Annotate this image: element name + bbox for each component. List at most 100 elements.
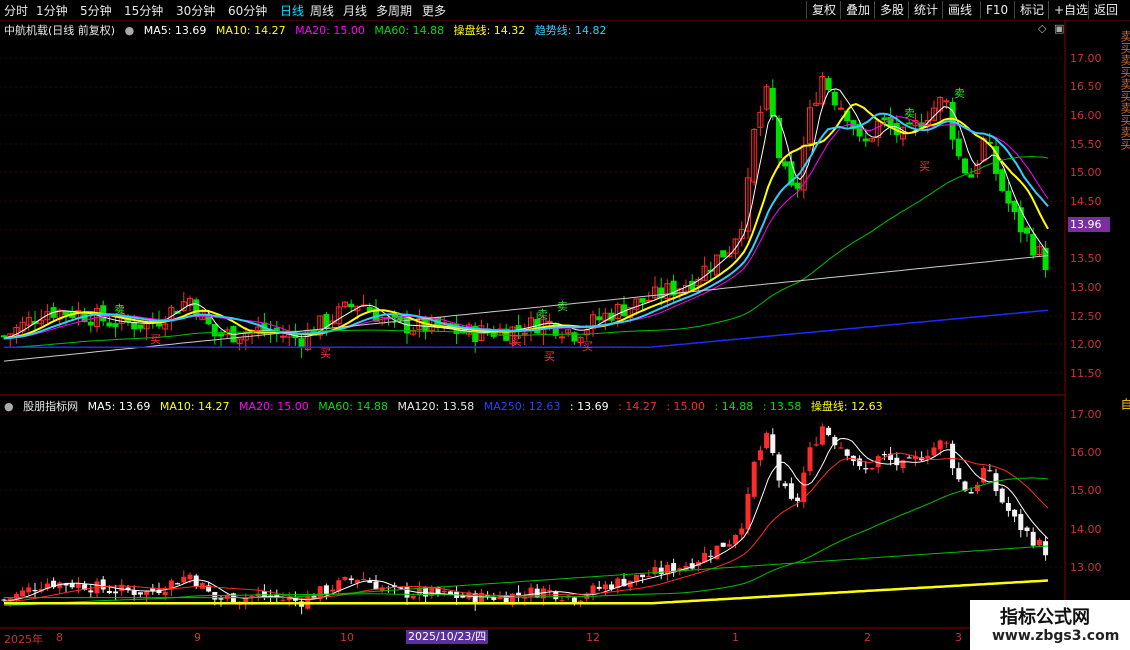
sub-candle-body bbox=[404, 587, 410, 598]
candle-body bbox=[831, 91, 838, 106]
sub-candle-body bbox=[131, 590, 137, 595]
candle-body bbox=[112, 323, 119, 327]
sub-candle-body bbox=[764, 433, 770, 449]
collapse-icon[interactable]: ● bbox=[125, 24, 135, 37]
buy-marker: 买 bbox=[919, 160, 930, 173]
sub-candle-body bbox=[1012, 509, 1018, 517]
sub-candle-body bbox=[776, 454, 782, 481]
sub-candle-body bbox=[113, 591, 119, 594]
sub-candle-body bbox=[7, 598, 13, 600]
sub-candle-body bbox=[361, 578, 367, 580]
sub-candle-body bbox=[943, 442, 949, 444]
ma10-line bbox=[3, 103, 1049, 340]
sub-v4: : 14.88 bbox=[714, 400, 754, 413]
candle-body bbox=[596, 316, 603, 321]
legend-ma20: MA20: 15.00 bbox=[295, 24, 365, 37]
sub-candle-body bbox=[187, 574, 193, 580]
y-tick: 16.50 bbox=[1070, 80, 1102, 93]
buy-marker: 买 bbox=[544, 350, 555, 363]
sub-candle-body bbox=[106, 590, 112, 593]
y-tick: 13.00 bbox=[1070, 281, 1102, 294]
sub-candle-body bbox=[1036, 540, 1042, 546]
sub-candle-body bbox=[881, 454, 887, 456]
y-tick: 15.50 bbox=[1070, 138, 1102, 151]
candle-body bbox=[211, 323, 218, 337]
window-icon[interactable]: ▣ bbox=[1054, 22, 1064, 35]
legend-ma60: MA60: 14.88 bbox=[374, 24, 445, 37]
sub-candle-body bbox=[757, 450, 763, 461]
x-tick: 12 bbox=[586, 631, 600, 644]
sub-ma10: MA10: 14.27 bbox=[159, 400, 230, 413]
candle-body bbox=[962, 158, 968, 174]
y-tick: 13.50 bbox=[1070, 252, 1102, 265]
sub-candle-body bbox=[788, 483, 794, 499]
sub-candle-body bbox=[646, 575, 652, 577]
candle-body bbox=[639, 297, 646, 303]
sub-candle-body bbox=[441, 590, 447, 593]
sub-title: 股朋指标网 bbox=[23, 400, 79, 413]
watermark-title: 指标公式网 bbox=[1000, 607, 1090, 628]
y-tick: 15.00 bbox=[1070, 166, 1102, 179]
sub-candle-body bbox=[162, 591, 168, 595]
legend-cpx: 操盘线: 14.32 bbox=[453, 24, 526, 37]
candle-body bbox=[943, 100, 950, 103]
sub-candle-body bbox=[925, 455, 931, 459]
y-tick: 16.00 bbox=[1070, 109, 1102, 122]
candle-body bbox=[1011, 200, 1018, 213]
sub-v5: : 13.58 bbox=[762, 400, 802, 413]
sub-candle-body bbox=[838, 447, 844, 449]
buy-marker: 买 bbox=[582, 340, 593, 353]
x-tick: 1 bbox=[732, 631, 739, 644]
sub-candle-body bbox=[968, 492, 974, 494]
sub-ma20: MA20: 15.00 bbox=[239, 400, 309, 413]
candle-body bbox=[218, 333, 224, 337]
sub-candle-body bbox=[26, 587, 32, 593]
watermark-logo: 指标公式网 www.zbgs3.com bbox=[970, 600, 1130, 650]
kline-chart[interactable]: 买买买买买买卖卖 卖卖卖卖 bbox=[0, 0, 1130, 650]
sub-candle-body bbox=[844, 449, 850, 456]
candle-body bbox=[999, 169, 1006, 191]
sub-candle-body bbox=[813, 444, 819, 446]
x-tick: 3 bbox=[955, 631, 962, 644]
sub-candle-body bbox=[1, 599, 7, 601]
sub-candle-body bbox=[32, 590, 38, 592]
sub-ma120: MA120: 13.58 bbox=[397, 400, 475, 413]
current-price-tag: 13.96 bbox=[1068, 217, 1110, 232]
x-tick: 2 bbox=[864, 631, 871, 644]
sub-candle-body bbox=[1018, 514, 1024, 531]
candle-body bbox=[1017, 207, 1024, 233]
sub-candle-body bbox=[931, 447, 937, 456]
sub-candle-body bbox=[88, 590, 94, 593]
sub-candle-body bbox=[491, 597, 497, 600]
y-tick: 17.00 bbox=[1070, 52, 1102, 65]
sub-ma20-line bbox=[3, 452, 1049, 602]
sub-candle-body bbox=[1043, 541, 1049, 556]
sub-collapse-icon[interactable]: ● bbox=[4, 400, 14, 413]
candle-body bbox=[720, 250, 727, 258]
diamond-icon[interactable]: ◇ bbox=[1038, 22, 1046, 35]
sub-candle-body bbox=[175, 583, 181, 585]
y-tick: 12.00 bbox=[1070, 338, 1102, 351]
y-tick: 15.00 bbox=[1070, 484, 1102, 497]
sub-candle-body bbox=[261, 590, 267, 597]
sub-candle-body bbox=[739, 528, 745, 535]
y-tick: 13.00 bbox=[1070, 561, 1102, 574]
sub-v3: : 15.00 bbox=[666, 400, 706, 413]
candle-body bbox=[106, 322, 113, 327]
sub-candle-body bbox=[330, 589, 336, 592]
x-tick: 8 bbox=[56, 631, 63, 644]
sub-candle-body bbox=[280, 599, 286, 601]
y-tick: 14.00 bbox=[1070, 523, 1102, 536]
sub-candle-body bbox=[596, 586, 602, 589]
sell-marker: 卖 bbox=[954, 87, 965, 100]
sub-candle-body bbox=[894, 457, 900, 466]
sub-candle-body bbox=[720, 542, 726, 547]
ma5-line bbox=[3, 88, 1049, 339]
candle-body bbox=[559, 336, 565, 339]
sub-candle-body bbox=[863, 468, 869, 470]
y-tick: 14.50 bbox=[1070, 195, 1102, 208]
sub-candle-body bbox=[819, 426, 825, 445]
sub-ma5-line bbox=[3, 437, 1049, 602]
sub-candle-body bbox=[950, 443, 956, 469]
sub-candle-body bbox=[658, 567, 664, 575]
